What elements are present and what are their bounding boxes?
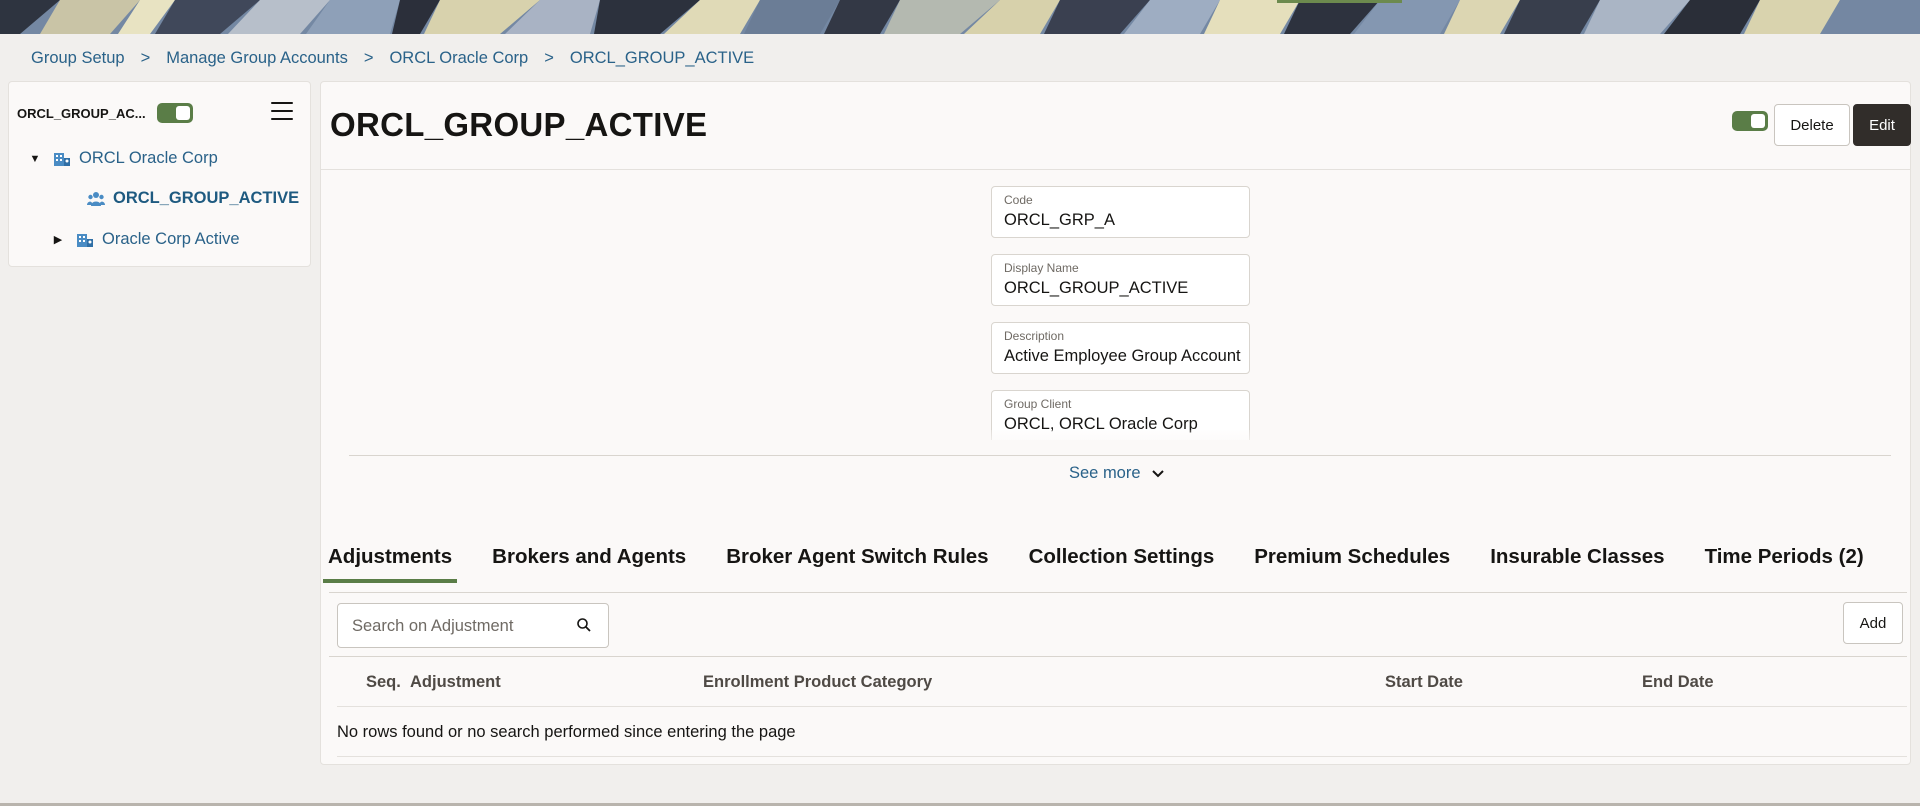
description-field[interactable]: Description Active Employee Group Accoun… [991,322,1250,374]
tree-active-toggle[interactable] [157,103,193,123]
tree-item-orcl-group-active[interactable]: ORCL_GROUP_ACTIVE [87,189,299,208]
code-field[interactable]: Code ORCL_GRP_A [991,186,1250,238]
breadcrumb-separator: > [363,48,374,67]
search-icon[interactable] [576,617,592,638]
breadcrumb-group-setup[interactable]: Group Setup [31,49,125,68]
active-toggle[interactable] [1732,111,1768,131]
field-label: Group Client [1004,397,1072,411]
field-value: ORCL_GRP_A [1004,211,1115,229]
divider [337,706,1907,707]
caret-down-icon[interactable]: ▼ [27,153,43,165]
field-label: Display Name [1004,261,1079,275]
breadcrumb: Group Setup > Manage Group Accounts > OR… [31,48,754,68]
divider [321,169,1910,170]
search-input[interactable] [350,614,564,638]
column-header-end-date[interactable]: End Date [1642,673,1714,692]
toggle-knob [176,106,190,120]
tab-time-periods[interactable]: Time Periods (2) [1700,545,1869,583]
breadcrumb-separator: > [140,48,151,67]
tree-item-orcl-oracle-corp[interactable]: ▼ ORCL Oracle Corp [27,149,218,168]
chevron-down-icon [1151,469,1165,479]
hamburger-menu-icon[interactable] [271,102,293,122]
tab-collection-settings[interactable]: Collection Settings [1024,545,1220,583]
see-more-label: See more [1069,464,1141,482]
group-client-icon [53,150,71,168]
column-header-start-date[interactable]: Start Date [1385,673,1463,692]
header-banner [0,0,1920,34]
breadcrumb-orcl-oracle-corp[interactable]: ORCL Oracle Corp [389,49,528,68]
search-box [337,603,609,648]
caret-right-icon[interactable]: ▶ [50,233,66,246]
breadcrumb-current[interactable]: ORCL_GROUP_ACTIVE [570,49,754,68]
divider [329,656,1907,657]
field-value: ORCL_GROUP_ACTIVE [1004,279,1189,297]
empty-table-message: No rows found or no search performed sin… [337,723,796,741]
content-fade [349,430,1891,450]
breadcrumb-separator: > [544,48,554,67]
tree-panel: ORCL_GROUP_AC... ▼ ORCL Oracle Corp ORCL… [8,81,311,267]
tree-title: ORCL_GROUP_AC... [17,106,146,121]
tab-adjustments[interactable]: Adjustments [323,545,458,583]
tab-insurable-classes[interactable]: Insurable Classes [1485,545,1669,583]
delete-button[interactable]: Delete [1774,104,1850,146]
toggle-knob [1751,114,1765,128]
tab-broker-agent-switch-rules[interactable]: Broker Agent Switch Rules [721,545,993,583]
column-header-seq[interactable]: Seq. [366,673,401,692]
add-button[interactable]: Add [1843,602,1903,644]
divider [349,455,1891,456]
page-title: ORCL_GROUP_ACTIVE [330,106,708,143]
field-label: Description [1004,329,1065,343]
edit-button[interactable]: Edit [1853,104,1911,146]
divider [329,592,1907,593]
tab-premium-schedules[interactable]: Premium Schedules [1249,545,1455,583]
see-more-link[interactable]: See more [1069,464,1165,483]
divider [337,756,1907,757]
group-people-icon [87,190,105,208]
breadcrumb-manage-group-accounts[interactable]: Manage Group Accounts [166,49,348,68]
tab-bar: Adjustments Brokers and Agents Broker Ag… [323,545,1899,583]
field-value: Active Employee Group Account [1004,347,1241,365]
banner-accent [1277,0,1402,3]
column-header-enrollment-product-category[interactable]: Enrollment Product Category [703,673,932,692]
group-client-icon [76,231,94,249]
column-header-adjustment[interactable]: Adjustment [410,673,501,692]
tab-brokers-and-agents[interactable]: Brokers and Agents [487,545,691,583]
tree-item-label: ORCL Oracle Corp [79,149,218,167]
main-card: ORCL_GROUP_ACTIVE Delete Edit Code ORCL_… [320,81,1911,765]
display-name-field[interactable]: Display Name ORCL_GROUP_ACTIVE [991,254,1250,306]
tree-item-label: Oracle Corp Active [102,230,240,248]
tree-item-label: ORCL_GROUP_ACTIVE [113,189,300,207]
tree-item-oracle-corp-active[interactable]: ▶ Oracle Corp Active [50,230,240,249]
field-label: Code [1004,193,1033,207]
